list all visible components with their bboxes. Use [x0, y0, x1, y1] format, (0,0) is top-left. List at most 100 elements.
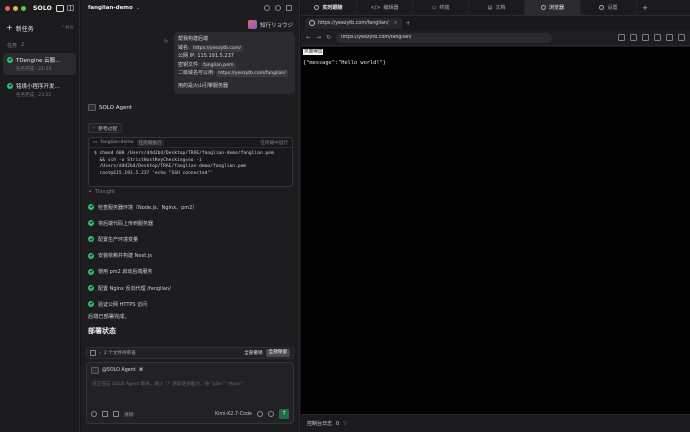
message-line: 二级域名可以用: https://yeezytb.com/fanglian/ — [178, 69, 291, 78]
tab-label: 终端 — [439, 5, 450, 11]
check-circle-icon — [7, 57, 13, 63]
shortcut-icon: ⌘ — [138, 368, 144, 373]
minimize-window-button[interactable] — [13, 5, 18, 11]
app-logo: SOLO — [33, 4, 52, 12]
tab-docs[interactable]: ▤ 文档 — [469, 0, 525, 16]
run-in-terminal-button[interactable]: 在终端中运行 — [260, 140, 288, 146]
globe-icon — [309, 20, 315, 26]
close-icon[interactable]: × — [394, 21, 398, 26]
check-circle-icon — [88, 268, 94, 275]
microphone-icon[interactable] — [268, 411, 274, 417]
ip-label: 公网 IP: — [178, 53, 196, 60]
model-selector[interactable]: Kimi-K2.7-Code — [215, 412, 252, 417]
step-label: 使用 pm2 启动后端服务 — [98, 269, 153, 276]
domain-link[interactable]: https://yeezytb.com/ — [191, 44, 243, 52]
thought-toggle[interactable]: ✦ Thought — [88, 190, 115, 195]
new-browser-tab-button[interactable]: + — [406, 20, 411, 27]
retry-icon[interactable]: ↻ — [164, 39, 168, 45]
url-input[interactable] — [336, 32, 553, 43]
discard-all-button[interactable]: 全部撤销 — [244, 350, 262, 356]
tab-browser[interactable]: 浏览器 — [525, 0, 581, 16]
layout-icon[interactable] — [286, 5, 292, 11]
sidebar-toggle-icon[interactable] — [67, 5, 74, 11]
chevron-right-icon: › — [93, 125, 95, 131]
check-circle-icon — [7, 83, 13, 89]
clear-button[interactable]: 清除 — [124, 411, 134, 418]
device-icon[interactable] — [630, 34, 637, 41]
task-title: TDengine 云服... — [16, 58, 61, 64]
thought-label: Thought — [95, 190, 115, 195]
composer-agent-label[interactable]: @SOLO Agent — [102, 368, 136, 373]
json-response: {"message":"Hello world!"} — [303, 60, 386, 66]
open-external-icon[interactable] — [666, 34, 673, 41]
back-arrow-icon[interactable]: ← — [306, 34, 311, 41]
step-label: 检查服务器环境（Node.js、Nginx、pm2） — [98, 204, 198, 211]
forward-arrow-icon[interactable]: → — [316, 34, 321, 41]
hash-icon[interactable] — [102, 411, 108, 417]
task-item[interactable]: 铭境小程序开发... 任务完成 · 23:22 — [3, 79, 76, 101]
close-window-button[interactable] — [5, 5, 10, 11]
project-title[interactable]: fanglian-demo — [88, 5, 133, 11]
list-item: 安装依赖并构建 Next.js — [88, 248, 293, 264]
reference-process-label: 参考过程 — [97, 126, 118, 132]
pending-files-label: 2 个文件待审查 — [103, 351, 136, 356]
window-controls — [5, 5, 26, 11]
message-line: 密钥文件: fanglian.pem — [178, 61, 291, 70]
completion-text: 后端已部署完成。 — [88, 314, 130, 320]
send-button[interactable]: ↑ — [279, 409, 289, 419]
list-item: 配置 Nginx 反向代理 /fanglian/ — [88, 280, 293, 296]
task-item[interactable]: TDengine 云服... 任务完成 · 21:23 — [3, 53, 76, 75]
image-icon[interactable] — [113, 411, 119, 417]
tab-label: 实时跟随 — [322, 5, 343, 11]
more-icon[interactable] — [678, 34, 685, 41]
key-label: 密钥文件: — [178, 61, 200, 68]
task-section-count: 2 — [21, 42, 25, 48]
chevron-right-icon[interactable]: › — [99, 351, 101, 356]
tab-settings[interactable]: 设置 — [581, 0, 637, 16]
chat-input[interactable]: 这正在与 SOLO Agent 聊天。输入 "/" 获取更多能力，按 "plan… — [87, 374, 293, 387]
browser-tab[interactable]: https://yeezytb.com/fanglian/ × — [305, 17, 402, 29]
reload-icon[interactable]: ↻ — [326, 34, 331, 41]
terminal-card-header: ▭ fanglian-demo 在终端执行 在终端中运行 — [89, 138, 292, 148]
agent-logo-icon — [91, 367, 99, 374]
step-label: 验证公网 HTTPS 访问 — [98, 301, 148, 308]
tab-label: 编辑器 — [383, 5, 399, 11]
check-circle-icon — [88, 285, 94, 292]
chevron-down-icon[interactable]: ⌄ — [136, 5, 140, 11]
logo-badge-icon — [55, 4, 65, 12]
maximize-window-button[interactable] — [21, 5, 26, 11]
browser-tab-strip: https://yeezytb.com/fanglian/ × + — [301, 16, 690, 30]
subdomain-link[interactable]: https://yeezytb.com/fanglian/ — [216, 70, 288, 78]
devtools-icon[interactable] — [654, 34, 661, 41]
add-icon[interactable] — [264, 5, 270, 11]
code-icon: </> — [370, 4, 381, 11]
view-output-label: 页面输出 — [303, 49, 324, 55]
check-circle-icon — [88, 220, 94, 227]
new-task-label: 新任务 — [15, 25, 34, 33]
avatar — [247, 20, 257, 29]
domain-label: 域名: — [178, 44, 190, 51]
screenshot-icon[interactable] — [618, 34, 625, 41]
tab-terminal[interactable]: ▭ 终端 — [413, 0, 469, 16]
step-label: 将后端代码上传到服务器 — [98, 220, 154, 227]
check-circle-icon — [88, 301, 94, 308]
mention-icon[interactable] — [91, 411, 97, 417]
list-item: 将后端代码上传到服务器 — [88, 215, 293, 231]
reference-process-button[interactable]: › 参考过程 — [88, 123, 123, 133]
add-tab-button[interactable]: + — [637, 0, 653, 16]
monitor-icon — [314, 5, 320, 10]
filter-icon[interactable]: ▽ — [343, 421, 347, 427]
tab-live-follow[interactable]: 实时跟随 — [301, 0, 357, 16]
inspect-icon[interactable] — [642, 34, 649, 41]
check-circle-icon — [88, 204, 94, 211]
sidebar-header: SOLO — [0, 0, 79, 16]
tab-editor[interactable]: </> 编辑器 — [357, 0, 413, 16]
key-file-chip[interactable]: fanglian.pem — [201, 61, 236, 69]
keep-all-button[interactable]: 全部保留 — [265, 349, 290, 357]
settings-icon[interactable] — [257, 411, 263, 417]
history-icon[interactable] — [275, 5, 281, 11]
console-bar[interactable]: 控制台日志 0 ▽ — [301, 414, 690, 432]
step-label: 配置 Nginx 反向代理 /fanglian/ — [98, 285, 171, 292]
console-count: 0 — [336, 420, 340, 427]
new-task-button[interactable]: + 新任务 ⌃⌘N — [0, 21, 79, 35]
